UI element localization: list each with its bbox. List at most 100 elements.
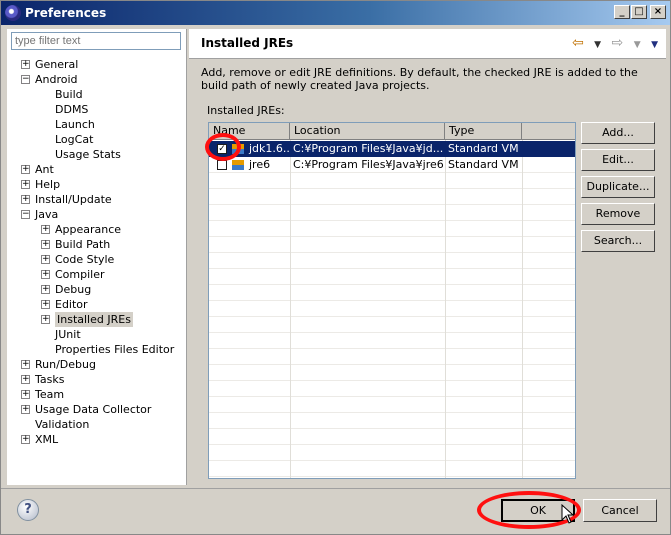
- tree-item[interactable]: + Appearance: [7, 222, 187, 237]
- tree-item-label: Validation: [35, 418, 90, 431]
- jre-checkbox[interactable]: [217, 160, 227, 170]
- tree-item[interactable]: + Editor: [7, 297, 187, 312]
- grid-line: [209, 220, 575, 221]
- grid-line: [209, 316, 575, 317]
- expand-icon[interactable]: +: [41, 225, 50, 234]
- grid-line: [209, 204, 575, 205]
- grid-line: [209, 348, 575, 349]
- expand-icon[interactable]: +: [41, 255, 50, 264]
- tree-item[interactable]: + Run/Debug: [7, 357, 187, 372]
- cancel-button[interactable]: Cancel: [583, 499, 657, 522]
- tree-item[interactable]: + Usage Data Collector: [7, 402, 187, 417]
- tree-item-label: Appearance: [55, 223, 122, 236]
- duplicate-button[interactable]: Duplicate...: [581, 176, 655, 198]
- tree-item-label: LogCat: [55, 133, 94, 146]
- tree-item-label: Tasks: [35, 373, 65, 386]
- expand-icon[interactable]: +: [21, 360, 30, 369]
- minimize-button[interactable]: _: [614, 5, 630, 19]
- tree-item[interactable]: Usage Stats: [7, 147, 187, 162]
- grid-line: [209, 396, 575, 397]
- expand-icon[interactable]: +: [41, 270, 50, 279]
- search-button[interactable]: Search...: [581, 230, 655, 252]
- installed-jres-table[interactable]: Name Location Type ✓ jdk1.6... C:¥Program …: [208, 122, 576, 479]
- grid-line: [209, 284, 575, 285]
- tree-item[interactable]: + Tasks: [7, 372, 187, 387]
- tree-item[interactable]: DDMS: [7, 102, 187, 117]
- tree-item[interactable]: Validation: [7, 417, 187, 432]
- tree-item[interactable]: Properties Files Editor: [7, 342, 187, 357]
- jre-checkbox[interactable]: ✓: [217, 144, 227, 154]
- cell-location: C:¥Program Files¥Java¥jre6: [293, 158, 444, 171]
- filter-input[interactable]: [11, 32, 181, 50]
- tree-item-label: JUnit: [55, 328, 81, 341]
- tree-item-label: Run/Debug: [35, 358, 96, 371]
- grid-line: [209, 236, 575, 237]
- page-header: Installed JREs ⇦ ▼ ⇨ ▼ ▼: [189, 29, 666, 59]
- forward-dropdown-icon[interactable]: ▼: [634, 40, 641, 50]
- page-navigation: ⇦ ▼ ⇨ ▼ ▼: [566, 35, 658, 51]
- table-header: Name Location Type: [209, 123, 575, 140]
- cell-name: jdk1.6...: [249, 142, 290, 155]
- tree-item[interactable]: + Compiler: [7, 267, 187, 282]
- tree-item-label: Build: [55, 88, 83, 101]
- column-header-type[interactable]: Type: [445, 123, 522, 140]
- collapse-icon[interactable]: −: [21, 210, 30, 219]
- tree-item[interactable]: + Ant: [7, 162, 187, 177]
- tree-item[interactable]: + Installed JREs: [7, 312, 187, 327]
- column-header-name[interactable]: Name: [209, 123, 290, 140]
- expand-icon[interactable]: +: [21, 165, 30, 174]
- view-menu-icon[interactable]: ▼: [651, 40, 658, 50]
- expand-icon[interactable]: +: [21, 390, 30, 399]
- column-divider: [445, 140, 446, 478]
- maximize-button[interactable]: □: [631, 5, 647, 19]
- back-dropdown-icon[interactable]: ▼: [594, 40, 601, 50]
- expand-icon[interactable]: +: [21, 405, 30, 414]
- help-icon[interactable]: ?: [17, 499, 39, 521]
- tree-item-label: Debug: [55, 283, 92, 296]
- expand-icon[interactable]: +: [21, 60, 30, 69]
- grid-line: [209, 300, 575, 301]
- tree-item[interactable]: LogCat: [7, 132, 187, 147]
- grid-line: [209, 412, 575, 413]
- window-title: Preferences: [25, 6, 107, 20]
- tree-item[interactable]: + Debug: [7, 282, 187, 297]
- tree-item[interactable]: + XML: [7, 432, 187, 447]
- expand-icon[interactable]: +: [41, 285, 50, 294]
- preference-tree-pane: +General−AndroidBuildDDMSLaunchLogCatUsa…: [7, 29, 187, 485]
- table-row[interactable]: jre6 C:¥Program Files¥Java¥jre6 Standard V…: [209, 157, 575, 173]
- forward-arrow-icon[interactable]: ⇨: [612, 35, 624, 51]
- tree-item[interactable]: + Help: [7, 177, 187, 192]
- tree-item[interactable]: Launch: [7, 117, 187, 132]
- tree-item[interactable]: + Team: [7, 387, 187, 402]
- column-header-location[interactable]: Location: [290, 123, 445, 140]
- expand-icon[interactable]: +: [21, 195, 30, 204]
- back-arrow-icon[interactable]: ⇦: [572, 35, 584, 51]
- close-button[interactable]: ×: [650, 5, 666, 19]
- grid-line: [209, 252, 575, 253]
- tree-item[interactable]: + Install/Update: [7, 192, 187, 207]
- edit-button[interactable]: Edit...: [581, 149, 655, 171]
- expand-icon[interactable]: +: [41, 315, 50, 324]
- title-bar[interactable]: Preferences _ □ ×: [1, 1, 670, 25]
- eclipse-icon: [5, 5, 21, 21]
- cell-type: Standard VM: [448, 158, 519, 171]
- collapse-icon[interactable]: −: [21, 75, 30, 84]
- tree-item[interactable]: + General: [7, 57, 187, 72]
- tree-item[interactable]: − Java: [7, 207, 187, 222]
- expand-icon[interactable]: +: [21, 375, 30, 384]
- grid-line: [209, 380, 575, 381]
- table-row[interactable]: ✓ jdk1.6... C:¥Program Files¥Java¥jd... Sta…: [209, 141, 575, 157]
- add-button[interactable]: Add...: [581, 122, 655, 144]
- tree-item-label: Team: [35, 388, 65, 401]
- expand-icon[interactable]: +: [21, 180, 30, 189]
- tree-item[interactable]: JUnit: [7, 327, 187, 342]
- tree-item[interactable]: Build: [7, 87, 187, 102]
- remove-button[interactable]: Remove: [581, 203, 655, 225]
- expand-icon[interactable]: +: [41, 240, 50, 249]
- column-header-filler: [522, 123, 575, 140]
- tree-item[interactable]: − Android: [7, 72, 187, 87]
- expand-icon[interactable]: +: [41, 300, 50, 309]
- tree-item[interactable]: + Code Style: [7, 252, 187, 267]
- expand-icon[interactable]: +: [21, 435, 30, 444]
- tree-item[interactable]: + Build Path: [7, 237, 187, 252]
